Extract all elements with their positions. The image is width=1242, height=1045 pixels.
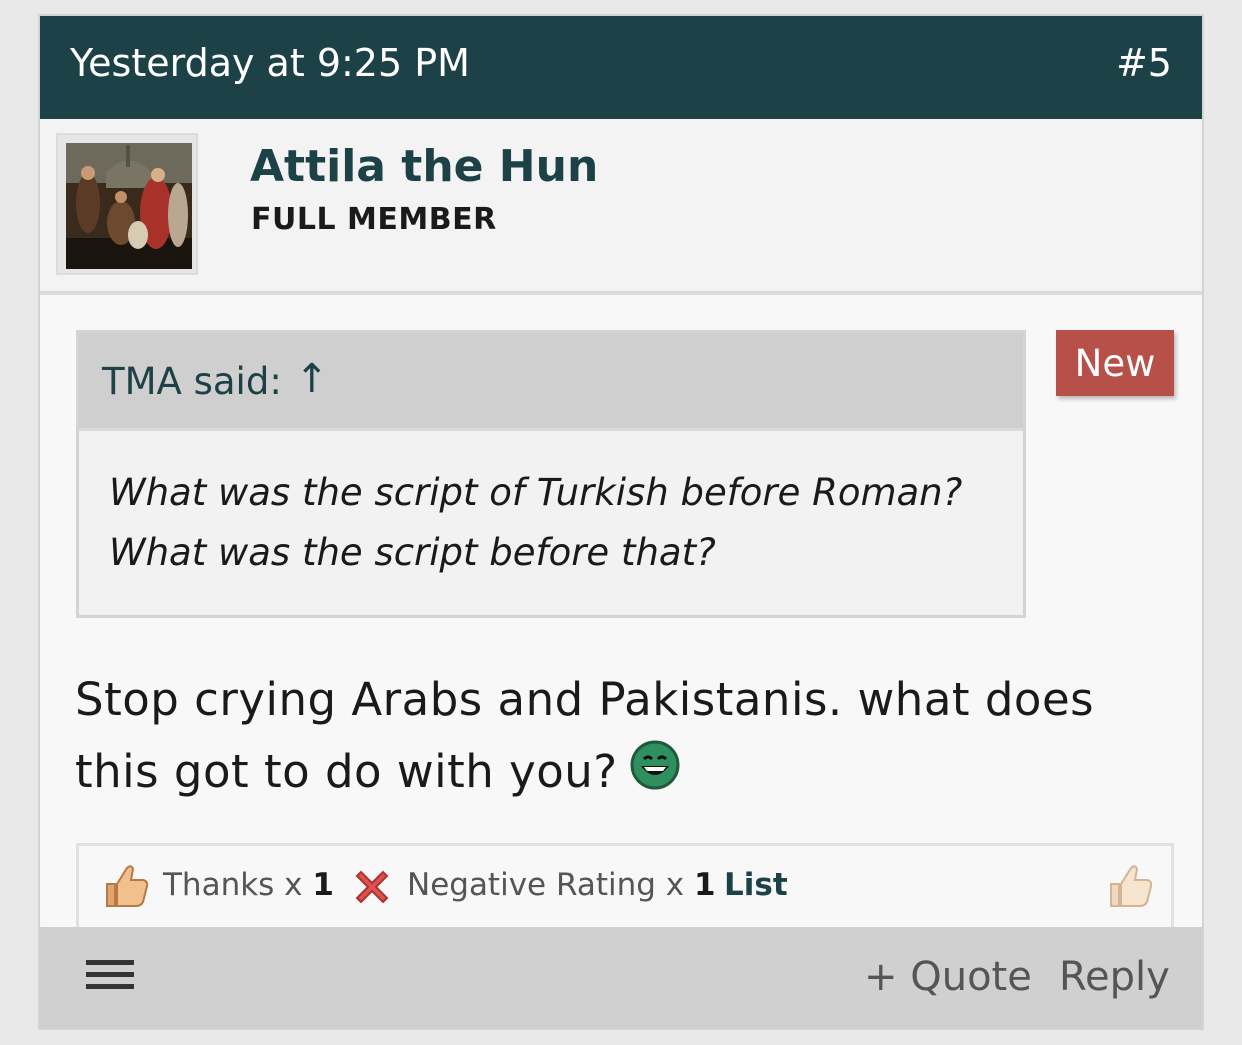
grin-icon [630,739,680,811]
post-number-link[interactable]: #5 [1116,44,1172,82]
thanks-count: 1 [312,867,334,903]
hamburger-menu-icon[interactable] [86,960,134,996]
post-header: Yesterday at 9:25 PM #5 [40,16,1202,119]
quote-block: TMA said: ↑ What was the script of Turki… [76,330,1026,618]
post-content: TMA said: ↑ What was the script of Turki… [43,299,1201,939]
message-text: Stop crying Arabs and Pakistanis. what d… [75,673,1095,798]
red-x-icon [351,866,393,916]
forum-post: Yesterday at 9:25 PM #5 Attila the Hun F [38,14,1204,1030]
quote-text: What was the script of Turkish before Ro… [109,471,963,574]
post-date[interactable]: Yesterday at 9:25 PM [70,44,470,82]
message-body: Stop crying Arabs and Pakistanis. what d… [75,664,1155,811]
negative-rating-label: Negative Rating x [407,867,685,903]
avatar[interactable] [56,133,198,275]
reply-button[interactable]: Reply [1059,957,1170,997]
author-name-link[interactable]: Attila the Hun [250,145,598,189]
thumbs-up-icon [101,860,151,918]
quote-header: TMA said: ↑ [79,333,1023,431]
thanks-label: Thanks x [163,867,303,903]
author-bar: Attila the Hun FULL MEMBER [40,119,1202,295]
thumbs-up-rate-icon[interactable] [1105,860,1155,918]
negative-rating-count: 1 [693,867,716,903]
quote-button[interactable]: + Quote [864,957,1032,997]
quote-author: TMA said: [102,360,282,403]
avatar-painting-image [66,143,192,269]
new-badge: New [1056,330,1174,396]
reactions-list-link[interactable]: List [724,870,788,901]
jump-to-quote-arrow-icon[interactable]: ↑ [295,359,329,399]
negative-rating-reaction: Negative Rating x 1 [407,870,716,901]
thanks-reaction: Thanks x 1 [163,870,334,901]
reactions-bar: Thanks x 1 Negative Rating x 1 List [76,843,1174,933]
post-footer: + Quote Reply [40,927,1202,1028]
author-rank: FULL MEMBER [251,202,497,237]
